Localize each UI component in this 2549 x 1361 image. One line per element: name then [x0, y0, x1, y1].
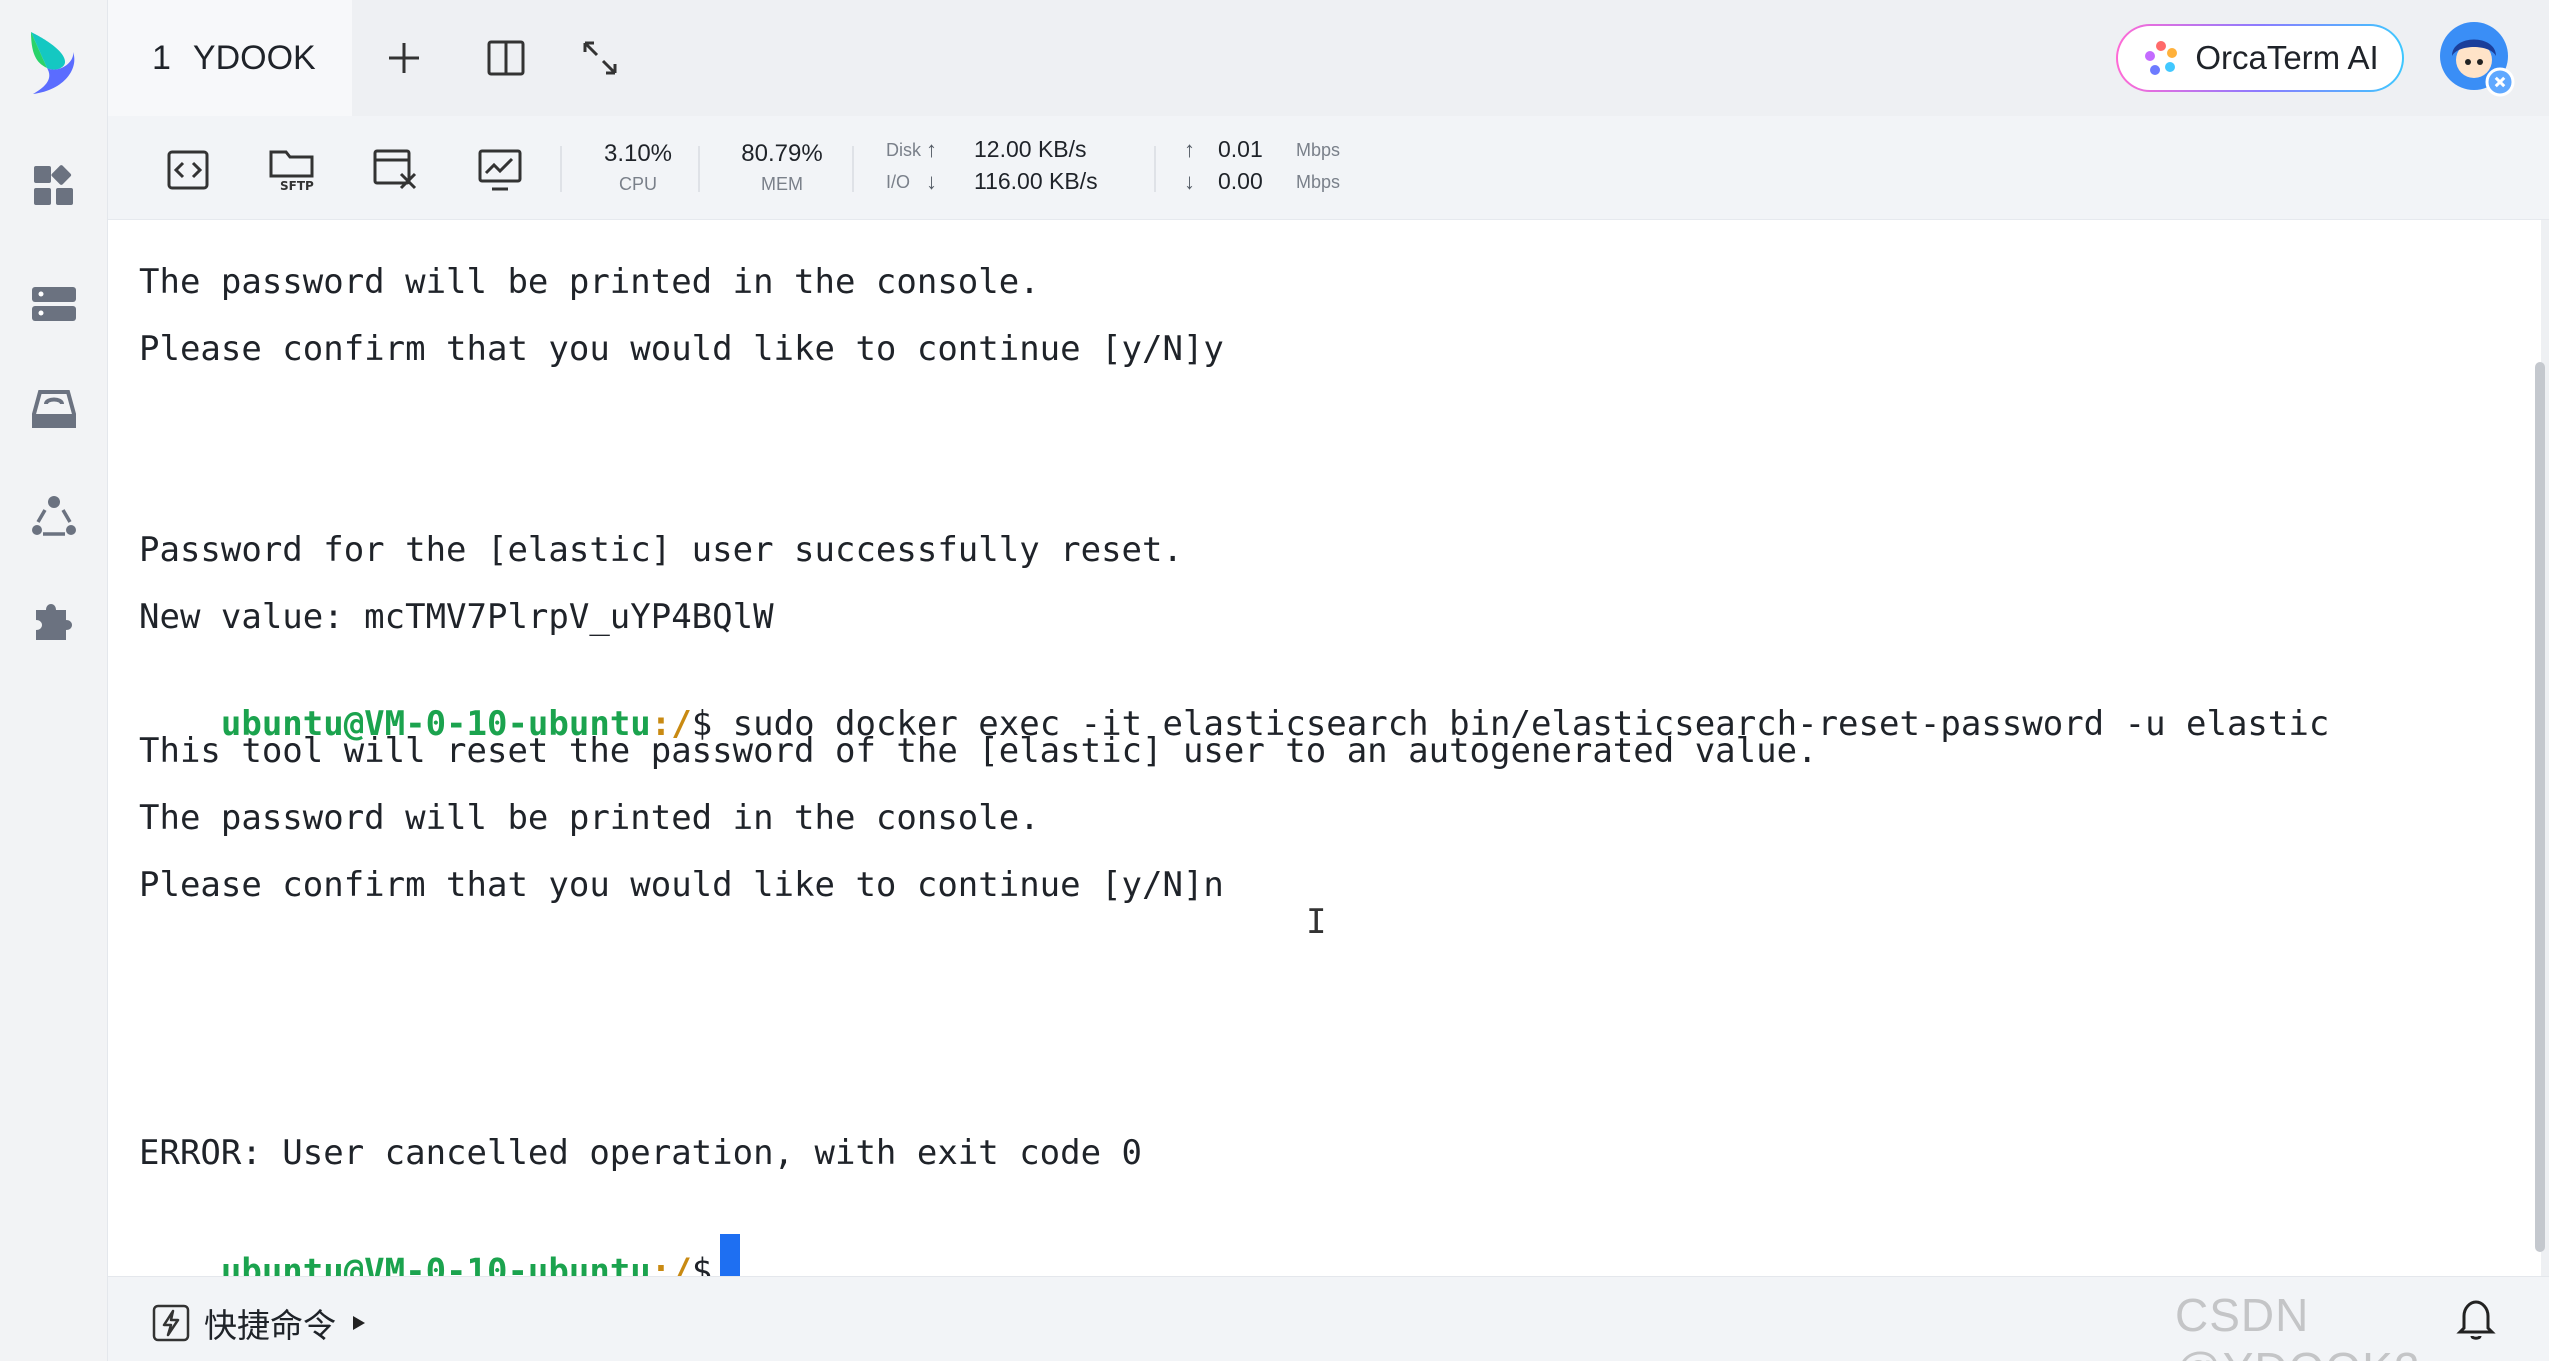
terminal-line: Please confirm that you would like to co… — [139, 329, 1224, 369]
arrow-down-icon: ↓ — [926, 169, 937, 194]
separator — [852, 146, 854, 192]
user-avatar[interactable] — [2438, 20, 2516, 98]
terminal-output[interactable]: The password will be printed in the cons… — [108, 220, 2541, 1300]
terminal-line: The password will be printed in the cons… — [139, 262, 1040, 302]
net-down-unit: Mbps — [1296, 172, 1341, 192]
nav-network-icon[interactable] — [28, 490, 80, 542]
ai-sparkle-icon — [2145, 41, 2178, 75]
window-close-icon[interactable] — [368, 142, 424, 198]
scrollbar-thumb[interactable] — [2535, 362, 2545, 1252]
sftp-label: SFTP — [280, 179, 314, 193]
quick-commands-label: 快捷命令 — [204, 1307, 336, 1344]
terminal-line: New value: mcTMV7PlrpV_uYP4BQlW — [139, 597, 774, 637]
nav-storage-icon[interactable] — [28, 384, 80, 436]
terminal-line: Please confirm that you would like to co… — [139, 865, 1224, 905]
quick-commands-button[interactable]: 快捷命令 — [152, 1299, 368, 1347]
tab-label: YDOOK — [192, 38, 316, 77]
new-tab-icon[interactable] — [376, 30, 432, 86]
terminal-line: This tool will reset the password of the… — [139, 731, 1818, 771]
terminal-line: Password for the [elastic] user successf… — [139, 530, 1183, 570]
io-label: I/O — [886, 172, 911, 192]
disk-label: Disk — [886, 140, 921, 160]
nav-plugins-icon[interactable] — [28, 594, 80, 646]
disk-write-value: 116.00 KB/s — [974, 168, 1098, 194]
net-up-unit: Mbps — [1296, 140, 1341, 160]
net-up-value: 0.01 — [1218, 136, 1263, 162]
tab-ydook[interactable]: 1 YDOOK — [108, 0, 352, 116]
mem-stat: 80.79% MEM — [722, 140, 842, 195]
text-cursor-icon: I — [1306, 902, 1327, 942]
split-view-icon[interactable] — [478, 30, 534, 86]
mem-label: MEM — [761, 174, 803, 194]
lightning-icon — [152, 1304, 190, 1342]
terminal-line: ERROR: User cancelled operation, with ex… — [139, 1133, 1143, 1173]
bell-icon[interactable] — [2456, 1296, 2496, 1340]
separator — [1154, 146, 1156, 192]
sftp-icon[interactable]: SFTP — [264, 142, 320, 198]
arrow-up-icon: ↑ — [926, 137, 937, 162]
nav-servers-icon[interactable] — [28, 278, 80, 330]
disk-read-value: 12.00 KB/s — [974, 136, 1087, 162]
cpu-stat: 3.10% CPU — [586, 140, 690, 195]
separator — [560, 146, 562, 192]
terminal-line: The password will be printed in the cons… — [139, 798, 1040, 838]
monitor-chart-icon[interactable] — [472, 142, 528, 198]
fullscreen-icon[interactable] — [572, 30, 628, 86]
code-snippet-icon[interactable] — [160, 142, 216, 198]
net-down-value: 0.00 — [1218, 168, 1263, 194]
left-rail — [0, 0, 108, 1361]
top-bar: 1 YDOOK OrcaTerm AI — [108, 0, 2549, 116]
net-down-icon: ↓ — [1184, 169, 1195, 194]
ai-button-label: OrcaTerm AI — [2195, 39, 2379, 76]
metrics-toolbar: SFTP 3.10% CPU 80.79% MEM Disk I/O ↑ ↓ 1… — [108, 116, 2549, 220]
orcaterm-ai-button[interactable]: OrcaTerm AI — [2116, 24, 2404, 92]
play-arrow-icon — [353, 1316, 365, 1330]
separator — [698, 146, 700, 192]
cpu-value: 3.10% — [603, 140, 673, 167]
nav-dashboard-icon[interactable] — [28, 160, 80, 212]
tab-number: 1 — [152, 38, 171, 77]
cpu-label: CPU — [618, 174, 657, 194]
app-logo-icon[interactable] — [25, 28, 81, 98]
net-up-icon: ↑ — [1184, 137, 1195, 162]
mem-value: 80.79% — [741, 140, 823, 167]
